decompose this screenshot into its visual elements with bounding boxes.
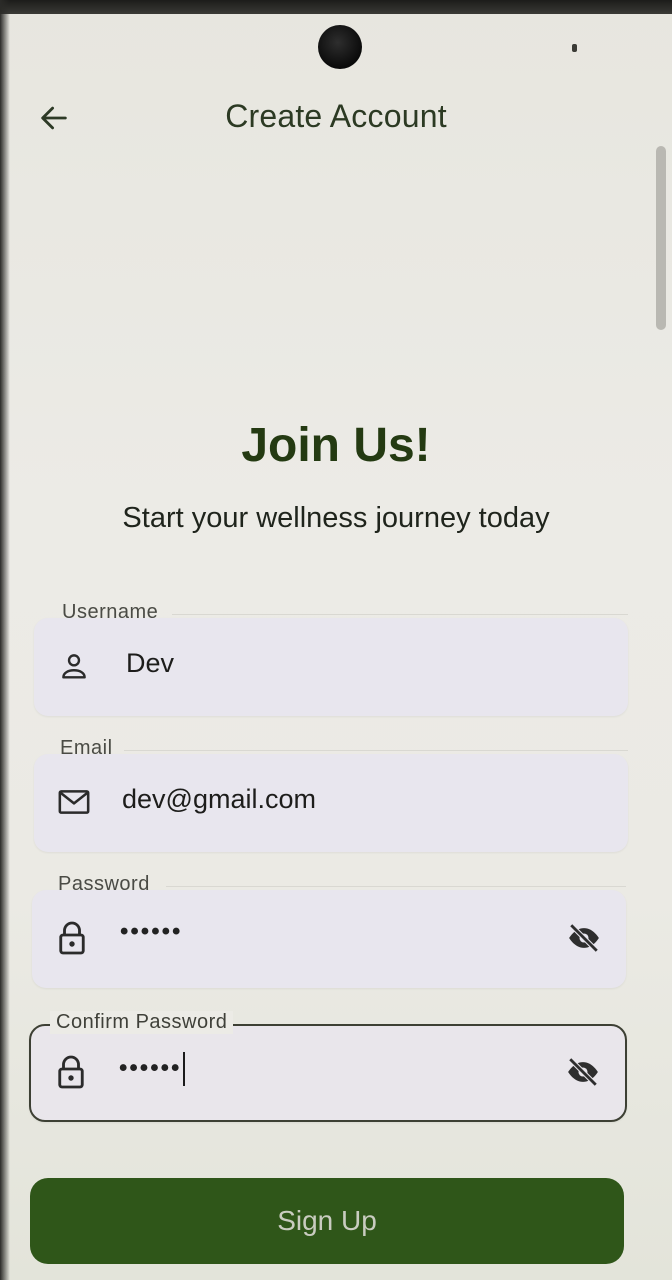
back-button[interactable] [34,98,74,138]
divider [166,886,626,887]
sign-up-button[interactable]: Sign Up [30,1178,624,1264]
password-field[interactable]: •••••• [32,890,626,988]
join-subtitle: Start your wellness journey today [122,502,550,534]
person-icon [56,648,92,684]
mail-icon [56,784,92,820]
username-value: Dev [126,648,175,678]
arrow-left-icon [41,106,67,130]
page-title: Create Account [225,98,447,134]
divider [172,614,628,615]
join-heading: Join Us! [241,419,431,472]
divider [124,750,628,751]
front-camera [318,25,362,69]
text-cursor [183,1052,186,1086]
password-value: •••••• [120,918,183,945]
eye-off-icon[interactable] [564,920,604,956]
scrollbar[interactable] [656,146,666,330]
lock-icon [53,1054,89,1090]
device-bezel-edge [0,0,10,1280]
device-bezel [0,0,672,14]
eye-off-icon[interactable] [563,1054,603,1090]
status-indicator-icon [572,44,577,52]
confirm-password-value: •••••• [119,1054,182,1082]
confirm-password-label: Confirm Password [50,1011,234,1034]
signup-screen: Create Account Join Us! Start your welln… [0,0,672,1280]
lock-icon [54,920,90,956]
confirm-password-input[interactable]: •••••• [119,1052,186,1086]
username-field[interactable]: Dev [34,618,628,716]
confirm-password-field[interactable]: •••••• [29,1024,627,1122]
email-field[interactable]: dev@gmail.com [34,754,628,852]
email-value: dev@gmail.com [122,784,316,814]
